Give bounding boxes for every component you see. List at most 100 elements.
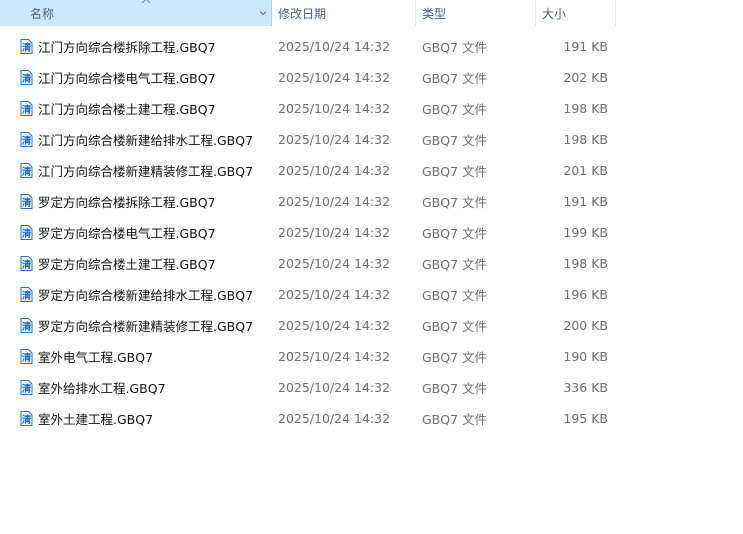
- svg-text:清: 清: [22, 414, 32, 426]
- svg-text:清: 清: [22, 197, 32, 209]
- gbq-file-icon: 清: [20, 318, 33, 333]
- file-type: GBQ7 文件: [422, 319, 488, 334]
- column-header-name-label: 名称: [30, 6, 55, 21]
- file-row[interactable]: 清 江门方向综合楼土建工程.GBQ7 2025/10/24 14:32 GBQ7…: [0, 93, 743, 124]
- column-header-name[interactable]: 名称: [0, 0, 272, 26]
- file-type: GBQ7 文件: [422, 381, 488, 396]
- file-type: GBQ7 文件: [422, 40, 488, 55]
- svg-text:清: 清: [22, 352, 32, 364]
- file-row[interactable]: 清 室外电气工程.GBQ7 2025/10/24 14:32 GBQ7 文件 1…: [0, 341, 743, 372]
- gbq-file-icon: 清: [20, 101, 33, 116]
- file-modified-date: 2025/10/24 14:32: [278, 225, 391, 240]
- file-modified-date: 2025/10/24 14:32: [278, 287, 391, 302]
- file-modified-date: 2025/10/24 14:32: [278, 256, 391, 271]
- file-row[interactable]: 清 江门方向综合楼拆除工程.GBQ7 2025/10/24 14:32 GBQ7…: [0, 31, 743, 62]
- gbq-file-icon: 清: [20, 132, 33, 147]
- file-row[interactable]: 清 罗定方向综合楼土建工程.GBQ7 2025/10/24 14:32 GBQ7…: [0, 248, 743, 279]
- file-name: 江门方向综合楼新建给排水工程.GBQ7: [38, 133, 254, 148]
- file-name-cell[interactable]: 清 江门方向综合楼土建工程.GBQ7: [19, 93, 216, 124]
- file-modified-date: 2025/10/24 14:32: [278, 411, 391, 426]
- file-name: 罗定方向综合楼土建工程.GBQ7: [38, 257, 216, 272]
- column-header-date[interactable]: 修改日期: [272, 0, 416, 26]
- file-row[interactable]: 清 江门方向综合楼新建精装修工程.GBQ7 2025/10/24 14:32 G…: [0, 155, 743, 186]
- file-modified-date: 2025/10/24 14:32: [278, 132, 391, 147]
- file-name-cell[interactable]: 清 罗定方向综合楼拆除工程.GBQ7: [19, 186, 216, 217]
- svg-text:清: 清: [22, 383, 32, 395]
- file-size: 190 KB: [563, 349, 608, 364]
- file-row[interactable]: 清 罗定方向综合楼电气工程.GBQ7 2025/10/24 14:32 GBQ7…: [0, 217, 743, 248]
- file-name: 室外土建工程.GBQ7: [38, 412, 154, 427]
- svg-text:清: 清: [22, 42, 32, 54]
- chevron-down-icon[interactable]: [257, 7, 269, 19]
- file-name-cell[interactable]: 清 室外土建工程.GBQ7: [19, 403, 153, 434]
- svg-text:清: 清: [22, 166, 32, 178]
- file-type: GBQ7 文件: [422, 133, 488, 148]
- gbq-file-icon: 清: [20, 349, 33, 364]
- file-name-cell[interactable]: 清 江门方向综合楼电气工程.GBQ7: [19, 62, 216, 93]
- file-modified-date: 2025/10/24 14:32: [278, 194, 391, 209]
- gbq-file-icon: 清: [20, 380, 33, 395]
- file-size: 191 KB: [563, 194, 608, 209]
- file-list: 清 江门方向综合楼拆除工程.GBQ7 2025/10/24 14:32 GBQ7…: [0, 31, 743, 434]
- column-header-size[interactable]: 大小: [536, 0, 616, 26]
- file-row[interactable]: 清 室外土建工程.GBQ7 2025/10/24 14:32 GBQ7 文件 1…: [0, 403, 743, 434]
- file-name-cell[interactable]: 清 罗定方向综合楼土建工程.GBQ7: [19, 248, 216, 279]
- file-size: 200 KB: [563, 318, 608, 333]
- svg-text:清: 清: [22, 290, 32, 302]
- file-row[interactable]: 清 罗定方向综合楼拆除工程.GBQ7 2025/10/24 14:32 GBQ7…: [0, 186, 743, 217]
- svg-text:清: 清: [22, 135, 32, 147]
- file-size: 198 KB: [563, 256, 608, 271]
- file-type: GBQ7 文件: [422, 71, 488, 86]
- file-size: 191 KB: [563, 39, 608, 54]
- file-size: 195 KB: [563, 411, 608, 426]
- svg-text:清: 清: [22, 228, 32, 240]
- file-row[interactable]: 清 室外给排水工程.GBQ7 2025/10/24 14:32 GBQ7 文件 …: [0, 372, 743, 403]
- file-type: GBQ7 文件: [422, 412, 488, 427]
- column-header-row: 名称 修改日期 类型 大小: [0, 0, 743, 26]
- file-row[interactable]: 清 江门方向综合楼新建给排水工程.GBQ7 2025/10/24 14:32 G…: [0, 124, 743, 155]
- file-name-cell[interactable]: 清 室外给排水工程.GBQ7: [19, 372, 166, 403]
- file-name-cell[interactable]: 清 罗定方向综合楼新建精装修工程.GBQ7: [19, 310, 253, 341]
- file-size: 201 KB: [563, 163, 608, 178]
- file-name: 室外电气工程.GBQ7: [38, 350, 154, 365]
- file-name: 江门方向综合楼新建精装修工程.GBQ7: [38, 164, 254, 179]
- gbq-file-icon: 清: [20, 163, 33, 178]
- file-type: GBQ7 文件: [422, 226, 488, 241]
- file-type: GBQ7 文件: [422, 164, 488, 179]
- file-modified-date: 2025/10/24 14:32: [278, 163, 391, 178]
- file-modified-date: 2025/10/24 14:32: [278, 39, 391, 54]
- file-name: 江门方向综合楼电气工程.GBQ7: [38, 71, 216, 86]
- file-name-cell[interactable]: 清 江门方向综合楼新建给排水工程.GBQ7: [19, 124, 253, 155]
- column-header-type[interactable]: 类型: [416, 0, 536, 26]
- file-name-cell[interactable]: 清 江门方向综合楼拆除工程.GBQ7: [19, 31, 216, 62]
- svg-text:清: 清: [22, 321, 32, 333]
- gbq-file-icon: 清: [20, 70, 33, 85]
- file-row[interactable]: 清 罗定方向综合楼新建精装修工程.GBQ7 2025/10/24 14:32 G…: [0, 310, 743, 341]
- gbq-file-icon: 清: [20, 256, 33, 271]
- gbq-file-icon: 清: [20, 39, 33, 54]
- file-name: 室外给排水工程.GBQ7: [38, 381, 166, 396]
- column-header-size-label: 大小: [542, 6, 567, 21]
- file-name: 江门方向综合楼土建工程.GBQ7: [38, 102, 216, 117]
- file-size: 198 KB: [563, 101, 608, 116]
- file-name: 罗定方向综合楼拆除工程.GBQ7: [38, 195, 216, 210]
- file-modified-date: 2025/10/24 14:32: [278, 349, 391, 364]
- gbq-file-icon: 清: [20, 194, 33, 209]
- file-name-cell[interactable]: 清 罗定方向综合楼新建给排水工程.GBQ7: [19, 279, 253, 310]
- file-name-cell[interactable]: 清 江门方向综合楼新建精装修工程.GBQ7: [19, 155, 253, 186]
- file-size: 199 KB: [563, 225, 608, 240]
- column-header-type-label: 类型: [422, 6, 447, 21]
- file-row[interactable]: 清 罗定方向综合楼新建给排水工程.GBQ7 2025/10/24 14:32 G…: [0, 279, 743, 310]
- file-name: 罗定方向综合楼新建精装修工程.GBQ7: [38, 319, 254, 334]
- file-type: GBQ7 文件: [422, 102, 488, 117]
- file-modified-date: 2025/10/24 14:32: [278, 380, 391, 395]
- file-modified-date: 2025/10/24 14:32: [278, 101, 391, 116]
- gbq-file-icon: 清: [20, 287, 33, 302]
- file-name: 罗定方向综合楼新建给排水工程.GBQ7: [38, 288, 254, 303]
- svg-text:清: 清: [22, 259, 32, 271]
- file-name-cell[interactable]: 清 罗定方向综合楼电气工程.GBQ7: [19, 217, 216, 248]
- file-name-cell[interactable]: 清 室外电气工程.GBQ7: [19, 341, 153, 372]
- column-header-date-label: 修改日期: [278, 6, 327, 21]
- file-name: 罗定方向综合楼电气工程.GBQ7: [38, 226, 216, 241]
- file-row[interactable]: 清 江门方向综合楼电气工程.GBQ7 2025/10/24 14:32 GBQ7…: [0, 62, 743, 93]
